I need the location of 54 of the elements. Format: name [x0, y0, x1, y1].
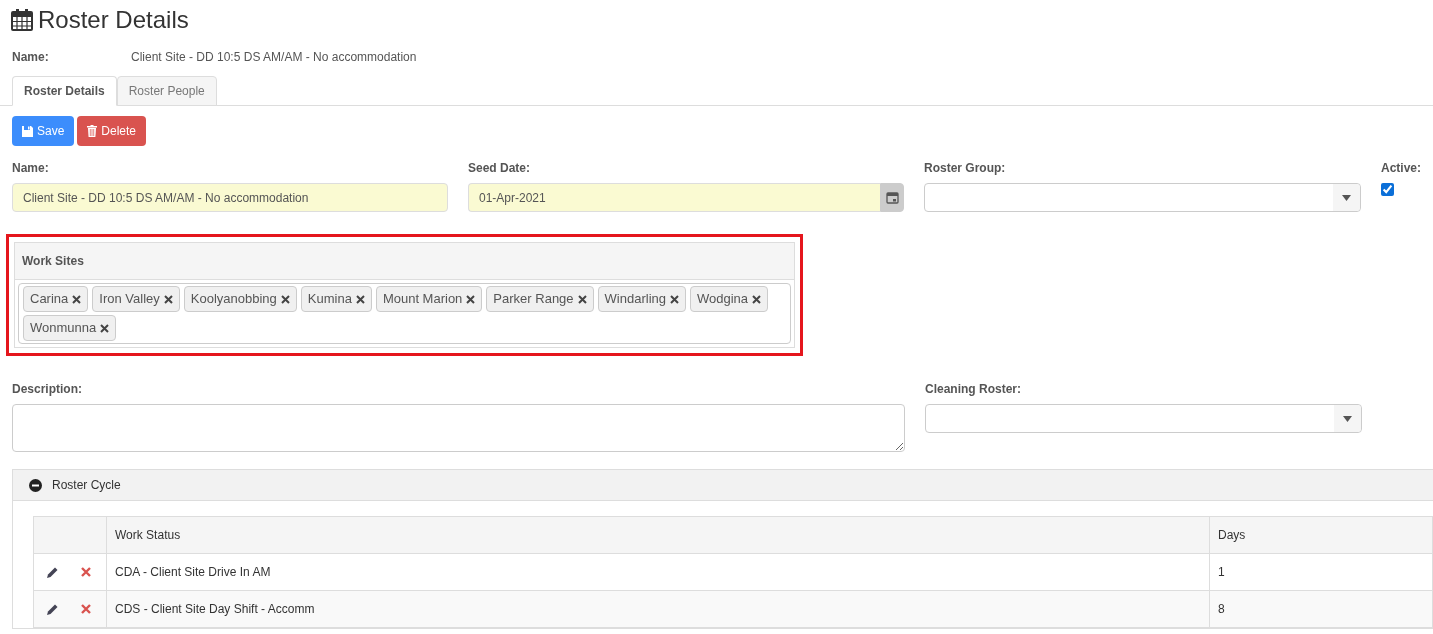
tag-label: Mount Marion	[382, 290, 463, 309]
remove-icon[interactable]	[72, 294, 82, 304]
name-field[interactable]: Client Site - DD 10:5 DS AM/AM - No accommodation	[12, 183, 448, 212]
tab[interactable]: Roster Details	[12, 76, 117, 106]
field-label: Cleaning Roster:	[925, 381, 1022, 398]
tag-label: Carina	[30, 290, 69, 309]
remove-icon[interactable]	[280, 294, 290, 304]
calendar-button[interactable]	[880, 183, 904, 212]
tag-label: Parker Range	[493, 290, 574, 309]
name-value: Client Site - DD 10:5 DS AM/AM - No accommodation	[131, 49, 417, 66]
caret-icon	[1343, 415, 1352, 422]
panel-header: Work Sites	[15, 243, 794, 280]
field-label: Name:	[12, 160, 50, 177]
delete-icon[interactable]	[81, 604, 91, 614]
table-cell: CDS - Client Site Day Shift - Accomm	[106, 590, 1210, 628]
caret-icon	[1342, 194, 1351, 201]
panel-header[interactable]: Roster Cycle	[13, 470, 1433, 501]
date-field[interactable]: 01-Apr-2021	[468, 183, 880, 212]
page-title: Roster Details	[38, 6, 189, 34]
trash-icon	[87, 125, 98, 137]
panel-title: Roster Cycle	[52, 477, 121, 494]
remove-icon[interactable]	[163, 294, 173, 304]
calendar-icon	[10, 8, 34, 32]
calendar-icon	[885, 191, 899, 204]
pencil-icon[interactable]	[46, 565, 59, 579]
description-field[interactable]	[12, 404, 905, 452]
remove-icon[interactable]	[466, 294, 476, 304]
delete-icon[interactable]	[81, 567, 91, 577]
tag-label: Wodgina	[697, 290, 749, 309]
tag-label: Iron Valley	[99, 290, 160, 309]
remove-icon[interactable]	[752, 294, 762, 304]
tag-label: Kumina	[307, 290, 352, 309]
tag-label: Wonmunna	[30, 319, 97, 338]
remove-icon[interactable]	[100, 323, 110, 333]
table-cell: CDA - Client Site Drive In AM	[106, 553, 1210, 591]
delete-button[interactable]: Delete	[77, 116, 147, 146]
active-checkbox[interactable]	[1381, 183, 1394, 196]
name-label: Name:	[12, 49, 50, 66]
remove-icon[interactable]	[355, 294, 365, 304]
field-label: Description:	[12, 381, 83, 398]
field-label: Active:	[1381, 160, 1421, 177]
tag-label: Koolyanobbing	[190, 290, 277, 309]
tag-label: Windarling	[604, 290, 666, 309]
field-label: Roster Group:	[924, 160, 1007, 177]
remove-icon[interactable]	[577, 294, 587, 304]
column-header: Work Status	[106, 516, 1210, 554]
pencil-icon[interactable]	[46, 602, 59, 616]
column-header: Days	[1209, 516, 1433, 554]
tab[interactable]: Roster People	[116, 76, 217, 106]
remove-icon[interactable]	[670, 294, 679, 304]
tags-field[interactable]: Carina Iron Valley Koolyanobbing Kumina Mount Marion Parker Range Windarling Wodgina Wonmunna	[18, 283, 791, 344]
table-cell: 8	[1209, 590, 1433, 628]
table-cell: 1	[1209, 553, 1433, 591]
field-label: Seed Date:	[468, 160, 532, 177]
